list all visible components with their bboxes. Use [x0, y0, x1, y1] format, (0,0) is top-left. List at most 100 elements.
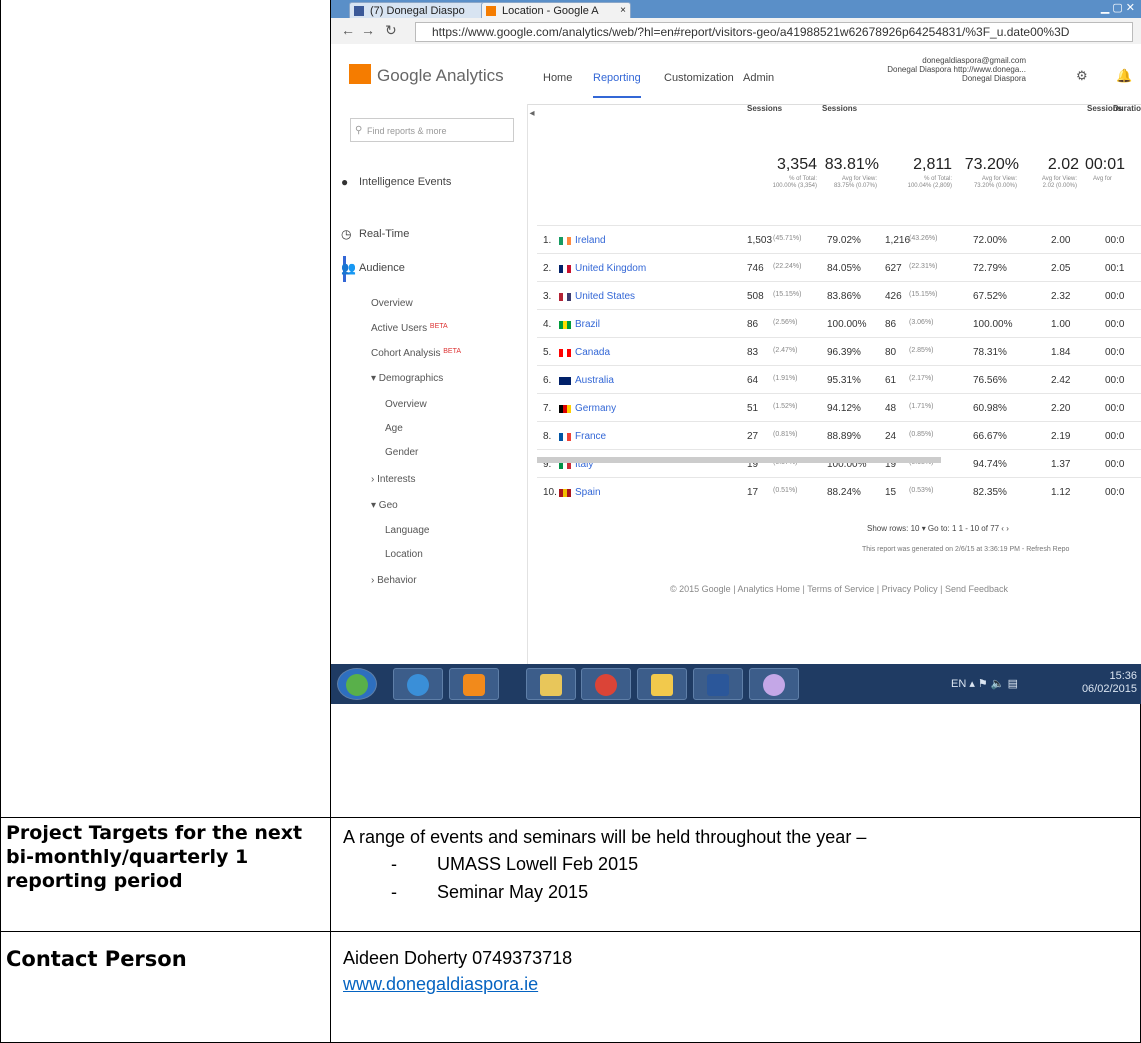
sidebar-item-realtime[interactable]: ◷ Real-Time	[341, 227, 409, 241]
ga-footer-links[interactable]: © 2015 Google | Analytics Home | Terms o…	[537, 584, 1141, 594]
table-cell: 82.35%	[973, 487, 1007, 498]
forward-icon[interactable]: →	[361, 22, 375, 38]
word-icon	[707, 674, 729, 696]
reload-icon[interactable]: ↻	[385, 22, 397, 39]
table-cell: 1.37	[1051, 459, 1071, 470]
country-link[interactable]: Ireland	[575, 235, 606, 246]
table-cell: 5.	[543, 347, 552, 358]
sidebar-sub-interests[interactable]: › Interests	[371, 474, 415, 485]
column-header[interactable]: Duration	[1113, 104, 1141, 124]
start-button[interactable]	[337, 668, 377, 700]
taskbar-paint[interactable]	[749, 668, 799, 700]
country-link[interactable]: Spain	[575, 487, 601, 498]
sidebar-item-audience[interactable]: 👥 Audience	[341, 261, 405, 275]
browser-tab-facebook[interactable]: (7) Donegal Diaspo ×	[349, 2, 501, 19]
pagination-controls[interactable]: Show rows: 10 ▾ Go to: 1 1 - 10 of 77 ‹ …	[867, 524, 1009, 533]
taskbar-chrome[interactable]	[581, 668, 631, 700]
tray-icons[interactable]: EN ▴ ⚑ 🔈 ▤	[951, 677, 1018, 690]
nav-customization[interactable]: Customization	[664, 72, 734, 84]
horizontal-scrollbar[interactable]	[537, 457, 941, 463]
search-placeholder: Find reports & more	[367, 126, 447, 136]
table-row[interactable]: 8. France 27 (0.81%) 88.89% 24 (0.85%) 66.67% 2.…	[537, 421, 1141, 450]
mail-icon	[651, 674, 673, 696]
column-header[interactable]: Sessions	[747, 104, 782, 124]
taskbar-ie[interactable]	[393, 668, 443, 700]
table-cell: 426	[885, 291, 902, 302]
country-link[interactable]: Canada	[575, 347, 610, 358]
ie-icon	[407, 674, 429, 696]
column-header[interactable]: Sessions	[822, 104, 857, 124]
table-cell: 00:0	[1105, 291, 1125, 302]
table-cell: 60.98%	[973, 403, 1007, 414]
table-row[interactable]: 3. United States 508 (15.15%) 83.86% 426 (15.1…	[537, 281, 1141, 310]
sidebar-sub-language[interactable]: Language	[385, 525, 430, 536]
taskbar-word[interactable]	[693, 668, 743, 700]
collapse-sidebar-icon[interactable]: ◂	[527, 104, 537, 124]
country-link[interactable]: United States	[575, 291, 635, 302]
report-table: Sessions Sessions Sessions Duration 3,35…	[537, 104, 1141, 664]
table-cell: 24	[885, 431, 897, 442]
table-row[interactable]: 10. Spain 17 (0.51%) 88.24% 15 (0.53%) 82.35% 1.…	[537, 477, 1141, 506]
total-new-users: 2,811	[913, 156, 952, 173]
url-field[interactable]: https://www.google.com/analytics/web/?hl…	[415, 22, 1133, 42]
table-row[interactable]: 7. Germany 51 (1.52%) 94.12% 48 (1.71%) 60.98% 2…	[537, 393, 1141, 422]
back-icon[interactable]: ←	[341, 22, 355, 38]
table-row[interactable]: 1. Ireland 1,503 (45.71%) 79.02% 1,216 (43.26%…	[537, 225, 1141, 254]
country-link[interactable]: Australia	[575, 375, 614, 386]
total-sub: Avg for View: 2.02 (0.00%)	[1041, 176, 1077, 189]
sidebar-item-label: Cohort Analysis	[371, 348, 441, 359]
table-cell: (2.56%)	[773, 319, 798, 326]
project-targets-list: UMASS Lowell Feb 2015 Seminar May 2015	[391, 850, 1123, 906]
sidebar-sub-behavior[interactable]: › Behavior	[371, 575, 417, 586]
table-cell: 627	[885, 263, 902, 274]
account-selector[interactable]: donegaldiaspora@gmail.com Donegal Diaspo…	[886, 56, 1026, 83]
close-icon[interactable]: ×	[620, 3, 626, 19]
search-input[interactable]: ⚲ Find reports & more	[350, 118, 514, 142]
taskbar-outlook[interactable]	[637, 668, 687, 700]
table-row[interactable]: 9.Italy19(0.57%)100.00%19(0.68%)94.74%1.…	[537, 449, 1141, 478]
website-link[interactable]: www.donegaldiaspora.ie	[343, 974, 538, 994]
country-link[interactable]: Germany	[575, 403, 616, 414]
sidebar-sub-location[interactable]: Location	[385, 549, 423, 560]
sidebar-sub-overview[interactable]: Overview	[371, 298, 413, 309]
table-cell: 1.	[543, 235, 552, 246]
country-link[interactable]: France	[575, 431, 606, 442]
taskbar-explorer[interactable]	[526, 668, 576, 700]
total-bounce-rate: 73.20%	[964, 156, 1019, 173]
table-row[interactable]: 4. Brazil 86 (2.56%) 100.00% 86 (3.06%) 100.00%…	[537, 309, 1141, 338]
sidebar-sub-gender[interactable]: Gender	[385, 447, 418, 458]
sidebar-sub-geo[interactable]: ▾ Geo	[371, 500, 398, 511]
gear-icon[interactable]: ⚙	[1076, 68, 1088, 84]
sidebar-sub-active-users[interactable]: Active Users BETA	[371, 323, 448, 334]
sidebar-sub-demo-overview[interactable]: Overview	[385, 399, 427, 410]
table-cell: (0.53%)	[909, 487, 934, 494]
table-row[interactable]: 2. United Kingdom 746 (22.24%) 84.05% 627 (22.…	[537, 253, 1141, 282]
table-cell: 2.19	[1051, 431, 1071, 442]
search-icon: ⚲	[355, 125, 363, 136]
table-row[interactable]: 6. Australia 64 (1.91%) 95.31% 61 (2.17%) 76.56…	[537, 365, 1141, 394]
table-cell: 8.	[543, 431, 552, 442]
nav-reporting[interactable]: Reporting	[593, 72, 641, 98]
browser-tab-analytics[interactable]: Location - Google A ×	[481, 2, 631, 19]
sidebar-sub-demographics[interactable]: ▾ Demographics	[371, 373, 443, 384]
table-cell: (1.71%)	[909, 403, 934, 410]
sidebar-item-intelligence[interactable]: ● Intelligence Events	[341, 175, 451, 189]
bell-icon[interactable]: 🔔	[1116, 68, 1132, 84]
sidebar-sub-age[interactable]: Age	[385, 423, 403, 434]
nav-admin[interactable]: Admin	[743, 72, 774, 84]
analytics-screenshot: (7) Donegal Diaspo × Location - Google A…	[331, 0, 1141, 704]
clock[interactable]: 15:36 06/02/2015	[1082, 670, 1137, 696]
taskbar-media[interactable]	[449, 668, 499, 700]
nav-home[interactable]: Home	[543, 72, 572, 84]
window-controls[interactable]: ▁ ▢ ✕	[1101, 1, 1135, 14]
table-cell: 00:0	[1105, 431, 1125, 442]
country-link[interactable]: United Kingdom	[575, 263, 646, 274]
country-link[interactable]: Brazil	[575, 319, 600, 330]
contact-name-phone: Aideen Doherty 0749373718	[343, 948, 573, 968]
table-cell: (15.15%)	[773, 291, 802, 298]
table-row[interactable]: 5. Canada 83 (2.47%) 96.39% 80 (2.85%) 78.31% 1.…	[537, 337, 1141, 366]
sidebar-sub-cohort[interactable]: Cohort Analysis BETA	[371, 348, 461, 359]
table-cell: 00:0	[1105, 319, 1125, 330]
total-sub: Avg for	[1093, 176, 1112, 182]
table-cell: 00:1	[1105, 263, 1125, 274]
